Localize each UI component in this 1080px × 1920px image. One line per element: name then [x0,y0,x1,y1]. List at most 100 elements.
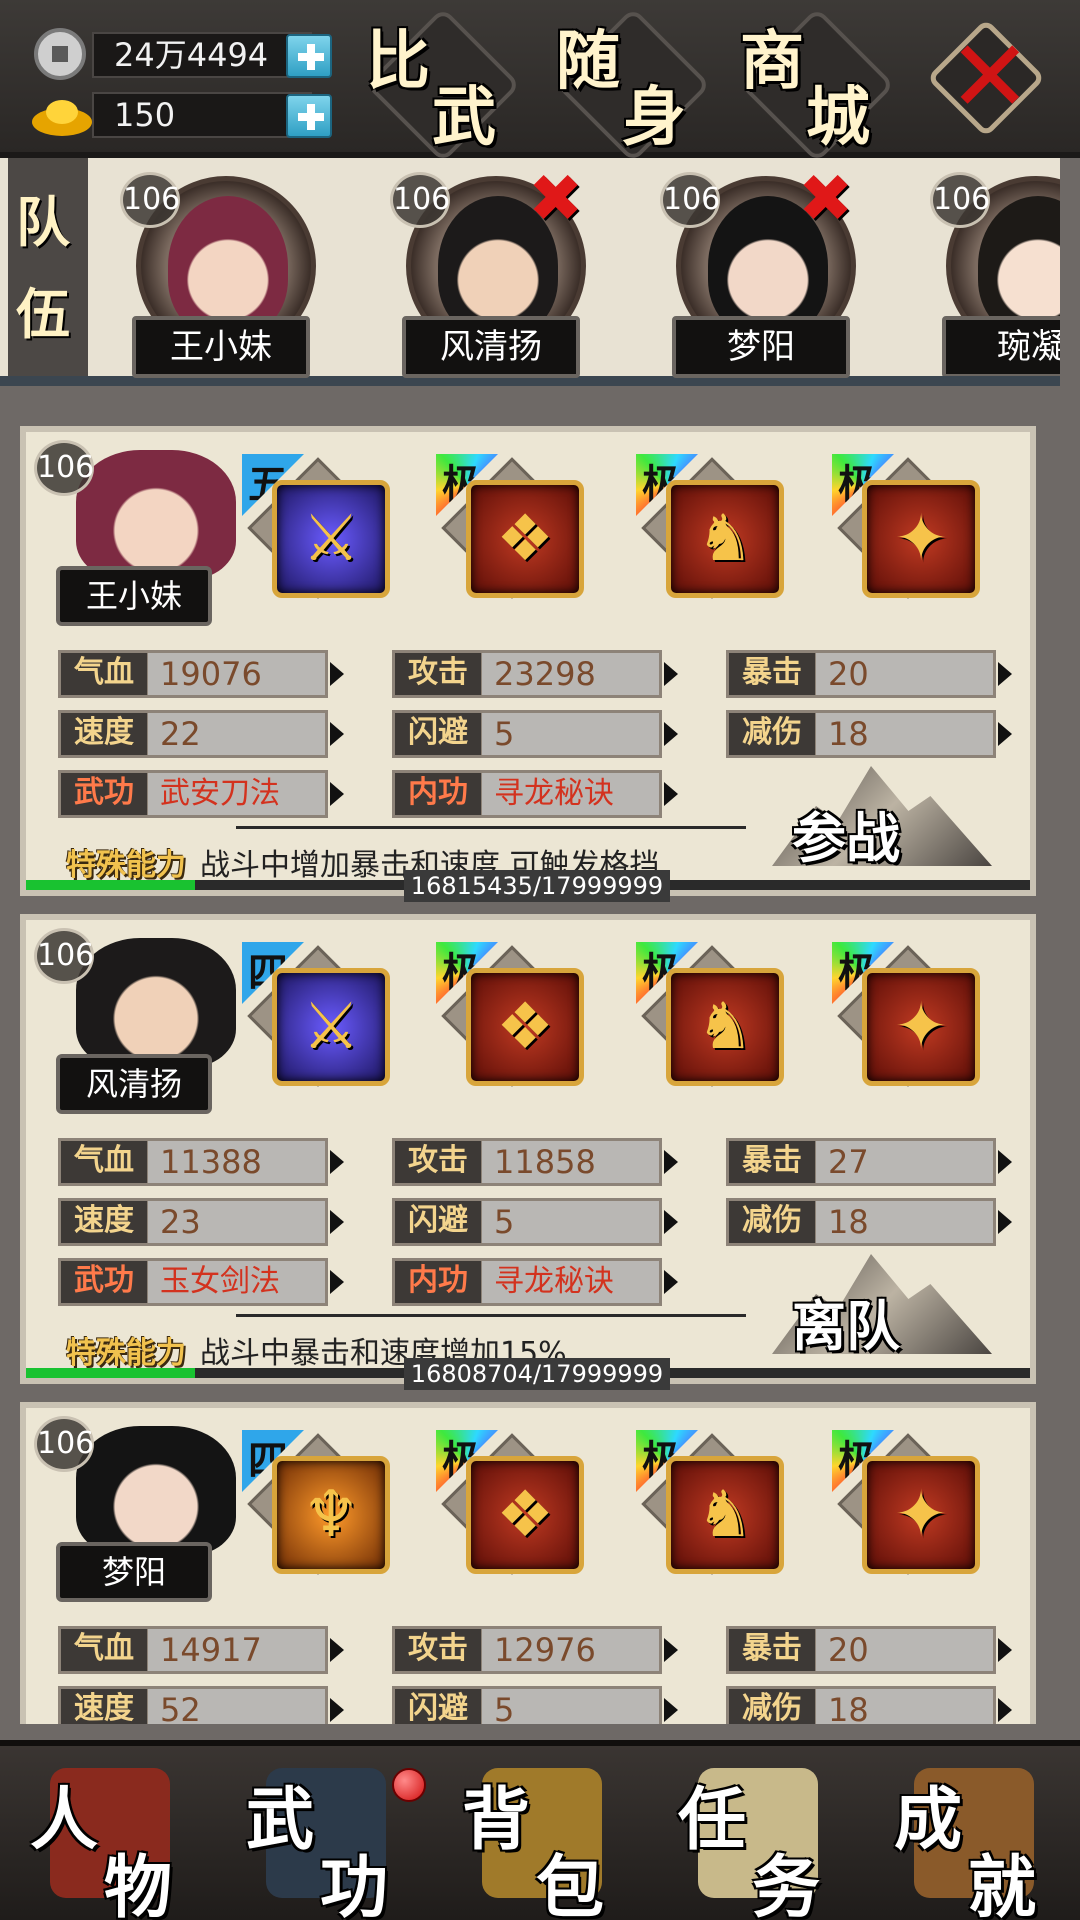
nav-quests[interactable]: 任 务 [648,1746,864,1920]
level-badge: 106 [34,440,94,496]
stat-damage-reduction: 减伤 18 [726,710,1012,758]
stat-hp: 气血 19076 [58,650,344,698]
silver-coin-icon [34,28,86,80]
hero-list[interactable]: 106 王小妹 ⚔ 五 ❖ 极 ♞ 极 ✦ 极 气血 19076 攻击 23298 … [0,396,1080,1724]
nav-bag[interactable]: 背 包 [432,1746,648,1920]
stat-inner-skill[interactable]: 内功 寻龙秘诀 [392,1258,678,1306]
boots-icon: ♞ [696,1478,754,1552]
level-badge: 106 [930,172,990,228]
boots-icon: ♞ [696,990,754,1064]
boots-slot[interactable]: ♞ 极 [636,452,786,602]
gold-currency: 150 [30,90,332,140]
carry-button[interactable]: 随 身 [555,7,711,163]
stat-speed: 速度 52 [58,1686,344,1724]
nav-character[interactable]: 人 物 [0,1746,216,1920]
hero-portrait [76,450,236,580]
nav-achievements[interactable]: 成 就 [864,1746,1080,1920]
sword-icon: ⚔ [302,990,360,1064]
exp-text: 16815435/17999999 [404,870,670,902]
bottom-nav: 人 物 武 功 背 包 任 务 成 就 [0,1740,1080,1920]
arena-button[interactable]: 比 武 [365,7,521,163]
stat-damage-reduction: 减伤 18 [726,1686,1012,1724]
stat-attack: 攻击 23298 [392,650,678,698]
close-icon: ✕ [948,18,1032,135]
top-bar: 24万4494 150 比 武 随 身 商 城 ✕ [0,0,1080,163]
boots-slot[interactable]: ♞ 极 [636,940,786,1090]
level-badge: 106 [34,1416,94,1472]
hero-card: 106 王小妹 ⚔ 五 ❖ 极 ♞ 极 ✦ 极 气血 19076 攻击 23298 … [20,426,1036,902]
stat-hp: 气血 11388 [58,1138,344,1186]
member-name: 王小妹 [132,316,310,378]
hero-name: 王小妹 [56,566,212,626]
stat-crit: 暴击 27 [726,1138,1012,1186]
trident-icon: ♆ [302,1478,360,1552]
weapon-slot[interactable]: ⚔ 五 [242,452,392,602]
stat-crit: 暴击 20 [726,1626,1012,1674]
token-slot[interactable]: ✦ 极 [832,1428,982,1578]
team-member[interactable]: 106 风清扬 ✖ [378,160,608,378]
hero-name: 梦阳 [56,1542,212,1602]
boots-icon: ♞ [696,502,754,576]
stat-dodge: 闪避 5 [392,1198,678,1246]
armor-slot[interactable]: ❖ 极 [436,452,586,602]
stat-inner-skill[interactable]: 内功 寻龙秘诀 [392,770,678,818]
armor-icon: ❖ [496,1478,554,1552]
member-name: 梦阳 [672,316,850,378]
token-slot[interactable]: ✦ 极 [832,452,982,602]
hero-card: 106 梦阳 ♆ 四 ❖ 极 ♞ 极 ✦ 极 气血 14917 攻击 12976 暴… [20,1402,1036,1724]
team-strip: 队 伍 106 王小妹 106 风清扬 ✖ 106 梦阳 ✖ 106 琬凝 [0,158,1060,386]
hero-card: 106 风清扬 ⚔ 四 ❖ 极 ♞ 极 ✦ 极 气血 11388 攻击 11858 … [20,914,1036,1390]
shop-button[interactable]: 商 城 [739,7,895,163]
armor-icon: ❖ [496,990,554,1064]
team-member[interactable]: 106 梦阳 ✖ [648,160,878,378]
exp-text: 16808704/17999999 [404,1358,670,1390]
boots-slot[interactable]: ♞ 极 [636,1428,786,1578]
gold-amount: 150 [92,92,312,138]
weapon-slot[interactable]: ♆ 四 [242,1428,392,1578]
token-icon: ✦ [894,1478,948,1552]
remove-member-icon[interactable]: ✖ [798,160,853,237]
level-badge: 106 [660,172,720,228]
level-badge: 106 [120,172,180,228]
stat-attack: 攻击 11858 [392,1138,678,1186]
stat-damage-reduction: 减伤 18 [726,1198,1012,1246]
join-battle-button[interactable]: 参战 [772,766,992,876]
armor-slot[interactable]: ❖ 极 [436,1428,586,1578]
silver-amount: 24万4494 [92,32,312,78]
add-silver-button[interactable] [286,34,332,78]
leave-team-button[interactable]: 离队 [772,1254,992,1364]
stat-attack: 攻击 12976 [392,1626,678,1674]
stat-hp: 气血 14917 [58,1626,344,1674]
member-name: 琬凝 [942,316,1060,376]
level-badge: 106 [34,928,94,984]
stat-speed: 速度 23 [58,1198,344,1246]
stat-martial-skill[interactable]: 武功 武安刀法 [58,770,344,818]
member-name: 风清扬 [402,316,580,378]
silver-currency: 24万4494 [30,28,332,80]
token-icon: ✦ [894,502,948,576]
close-button[interactable]: ✕ [926,18,1046,138]
stat-dodge: 闪避 5 [392,710,678,758]
team-member[interactable]: 106 琬凝 [918,166,1060,376]
team-label: 队 伍 [8,158,88,376]
token-icon: ✦ [894,990,948,1064]
armor-slot[interactable]: ❖ 极 [436,940,586,1090]
remove-member-icon[interactable]: ✖ [528,160,583,237]
stat-martial-skill[interactable]: 武功 玉女剑法 [58,1258,344,1306]
gold-ingot-icon [32,100,92,136]
sword-icon: ⚔ [302,502,360,576]
stat-crit: 暴击 20 [726,650,1012,698]
add-gold-button[interactable] [286,94,332,138]
hero-name: 风清扬 [56,1054,212,1114]
weapon-slot[interactable]: ⚔ 四 [242,940,392,1090]
stat-speed: 速度 22 [58,710,344,758]
hero-portrait [76,938,236,1068]
hero-portrait [76,1426,236,1556]
armor-icon: ❖ [496,502,554,576]
token-slot[interactable]: ✦ 极 [832,940,982,1090]
avatar [168,196,288,336]
stat-dodge: 闪避 5 [392,1686,678,1724]
level-badge: 106 [390,172,450,228]
team-member[interactable]: 106 王小妹 [108,166,338,378]
notification-dot [392,1768,426,1802]
